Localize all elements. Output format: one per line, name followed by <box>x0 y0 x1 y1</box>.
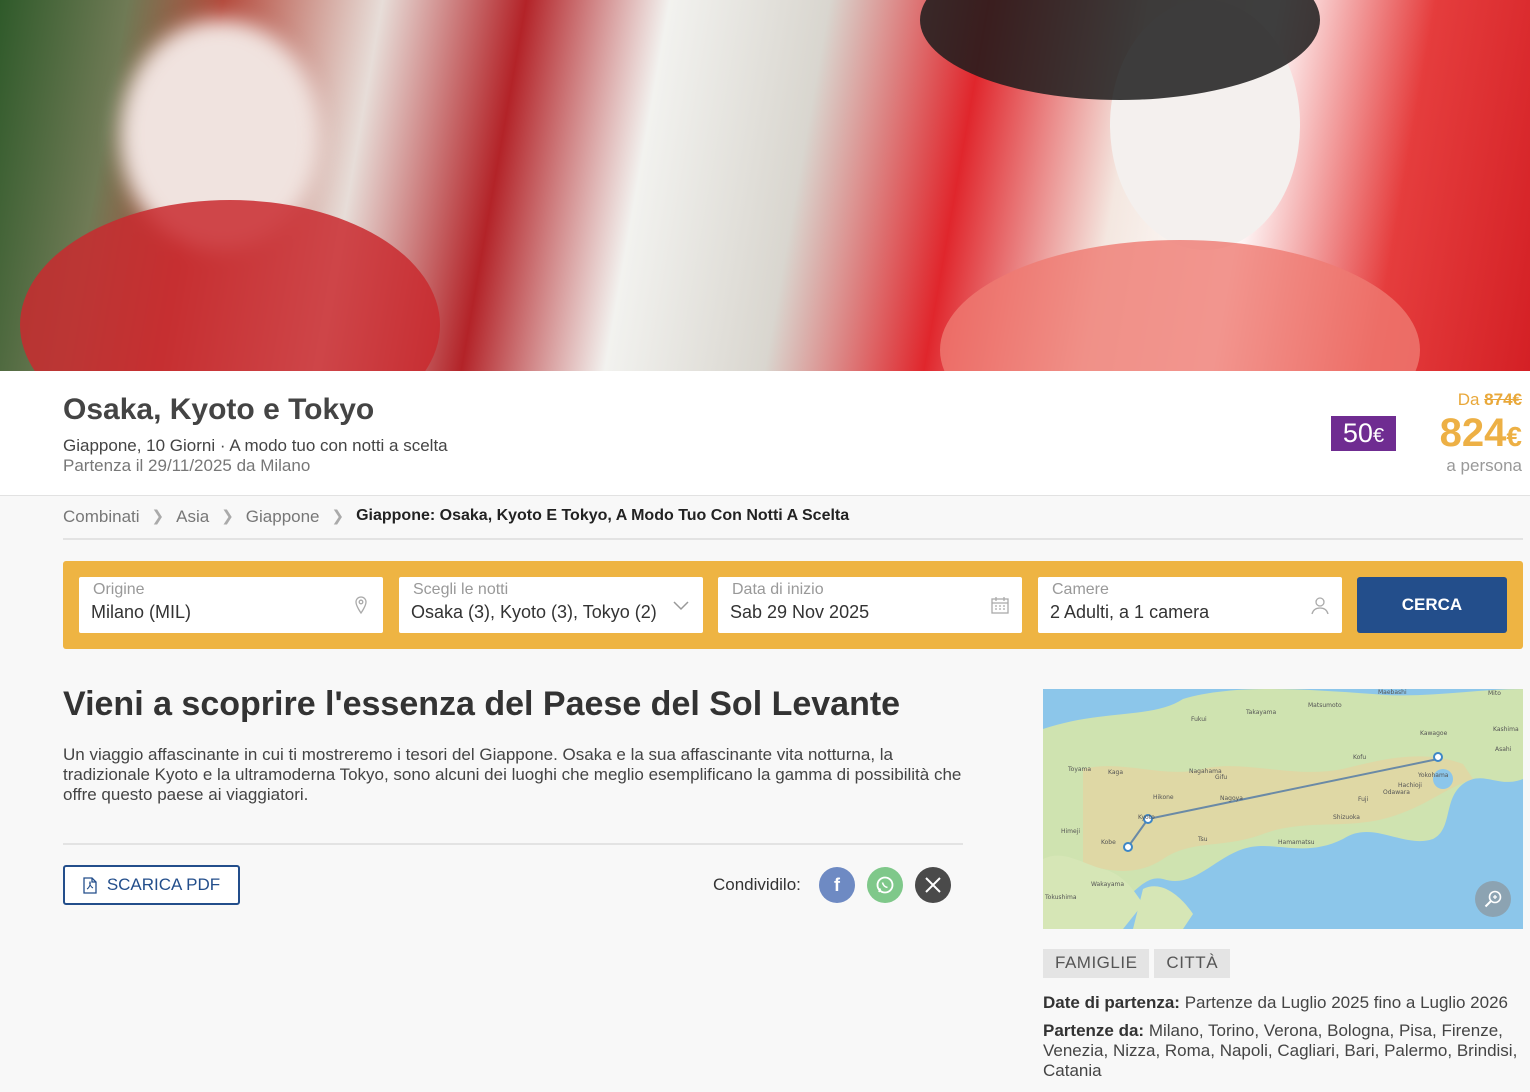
origin-field[interactable]: Origine Milano (MIL) <box>79 577 383 633</box>
map-label: Mito <box>1488 690 1501 697</box>
map-label: Tokushima <box>1044 894 1077 901</box>
pdf-file-icon <box>83 876 97 894</box>
breadcrumb-current: Giappone: Osaka, Kyoto E Tokyo, A Modo T… <box>356 507 850 524</box>
breadcrumb-item-giappone[interactable]: Giappone <box>246 507 320 527</box>
map-label: Hikone <box>1153 794 1174 801</box>
magnifier-icon <box>1484 890 1502 908</box>
chevron-down-icon[interactable] <box>671 595 691 615</box>
hero-image <box>0 0 1530 371</box>
per-person-label: a persona <box>1446 456 1522 475</box>
chevron-right-icon: ❯ <box>221 508 234 525</box>
trip-tags: FAMIGLIE CITTÀ <box>1043 949 1231 978</box>
download-pdf-button[interactable]: SCARICA PDF <box>63 865 240 905</box>
breadcrumb-item-combinati[interactable]: Combinati <box>63 507 140 527</box>
map-label: Nagoya <box>1220 795 1243 802</box>
map-label: Fukui <box>1191 716 1207 723</box>
start-date-value[interactable]: Sab 29 Nov 2025 <box>730 602 869 623</box>
rooms-field[interactable]: Camere 2 Adulti, a 1 camera <box>1038 577 1342 633</box>
rooms-label: Camere <box>1052 581 1109 598</box>
location-pin-icon <box>355 596 367 615</box>
x-icon <box>925 877 941 893</box>
product-header: Osaka, Kyoto e Tokyo Giappone, 10 Giorni… <box>0 371 1530 496</box>
calendar-icon <box>991 597 1009 614</box>
user-icon <box>1311 597 1329 615</box>
departure-dates-value: Partenze da Luglio 2025 fino a Luglio 20… <box>1184 993 1508 1012</box>
share-label: Condividilo: <box>713 875 801 894</box>
map-label: Odawara <box>1383 789 1410 796</box>
page-title: Osaka, Kyoto e Tokyo <box>63 393 375 426</box>
map-graphic: Toyama Fukui Takayama Matsumoto Maebashi… <box>1043 689 1523 929</box>
tag-famiglie[interactable]: FAMIGLIE <box>1043 949 1150 978</box>
route-map[interactable]: Toyama Fukui Takayama Matsumoto Maebashi… <box>1043 689 1523 929</box>
map-label: Shizuoka <box>1333 814 1360 821</box>
tag-citta[interactable]: CITTÀ <box>1154 949 1231 978</box>
facebook-share-button[interactable]: f <box>819 867 855 903</box>
x-share-button[interactable] <box>915 867 951 903</box>
section-heading: Vieni a scoprire l'essenza del Paese del… <box>63 685 901 723</box>
origin-value[interactable]: Milano (MIL) <box>91 602 191 623</box>
old-price: 874€ <box>1484 390 1522 409</box>
price-from: Da 874€ <box>1457 390 1522 409</box>
discount-badge: 50€ <box>1331 416 1396 451</box>
map-label: Kofu <box>1353 754 1366 761</box>
map-label: Tsu <box>1197 836 1208 843</box>
map-label: Takayama <box>1245 709 1276 716</box>
map-label: Kawagoe <box>1420 730 1448 737</box>
map-label: Maebashi <box>1378 689 1407 696</box>
map-label: Wakayama <box>1091 881 1124 888</box>
nights-field[interactable]: Scegli le notti Osaka (3), Kyoto (3), To… <box>399 577 703 633</box>
divider <box>63 843 963 845</box>
map-label: Kyoto <box>1138 814 1155 821</box>
chevron-right-icon: ❯ <box>331 508 345 525</box>
map-label: Yokohama <box>1417 772 1449 779</box>
rooms-value[interactable]: 2 Adulti, a 1 camera <box>1050 602 1209 623</box>
departure-info: Partenza il 29/11/2025 da Milano <box>63 456 311 475</box>
download-pdf-label: SCARICA PDF <box>106 875 221 894</box>
whatsapp-icon <box>876 876 894 894</box>
map-label: Fuji <box>1358 796 1369 803</box>
origin-label: Origine <box>93 581 145 598</box>
start-date-field[interactable]: Data di inizio Sab 29 Nov 2025 <box>718 577 1022 633</box>
start-date-label: Data di inizio <box>732 581 824 598</box>
departure-cities: Partenze da: Milano, Torino, Verona, Bol… <box>1043 1021 1528 1081</box>
facebook-icon: f <box>834 874 840 895</box>
map-label: Kobe <box>1101 839 1116 846</box>
whatsapp-share-button[interactable] <box>867 867 903 903</box>
map-label: Matsumoto <box>1308 702 1342 709</box>
departure-dates-label: Date di partenza: <box>1043 993 1180 1012</box>
map-label: Hachioji <box>1398 782 1422 789</box>
map-label: Gifu <box>1215 774 1227 781</box>
search-bar: Origine Milano (MIL) Scegli le notti Osa… <box>63 561 1523 649</box>
nights-label: Scegli le notti <box>413 581 509 598</box>
map-label: Hamamatsu <box>1278 839 1315 846</box>
current-price: 824€ <box>1439 411 1522 455</box>
zoom-map-button[interactable] <box>1475 881 1511 917</box>
map-label: Asahi <box>1495 746 1512 753</box>
search-button[interactable]: CERCA <box>1357 577 1507 633</box>
map-label: Kaga <box>1108 769 1123 776</box>
departure-cities-label: Partenze da: <box>1043 1021 1145 1040</box>
trip-subtitle: Giappone, 10 Giorni · A modo tuo con not… <box>63 436 448 455</box>
chevron-right-icon: ❯ <box>151 508 165 525</box>
nights-value[interactable]: Osaka (3), Kyoto (3), Tokyo (2) <box>411 602 657 623</box>
map-label: Kashima <box>1493 726 1519 733</box>
breadcrumb-item-asia[interactable]: Asia <box>176 507 209 527</box>
map-label: Toyama <box>1067 766 1091 773</box>
trip-description: Un viaggio affascinante in cui ti mostre… <box>63 745 962 804</box>
breadcrumb: Combinati ❯ Asia ❯ Giappone ❯ Giappone: … <box>63 507 1523 540</box>
map-label: Himeji <box>1061 828 1080 835</box>
departure-dates: Date di partenza: Partenze da Luglio 202… <box>1043 993 1528 1013</box>
